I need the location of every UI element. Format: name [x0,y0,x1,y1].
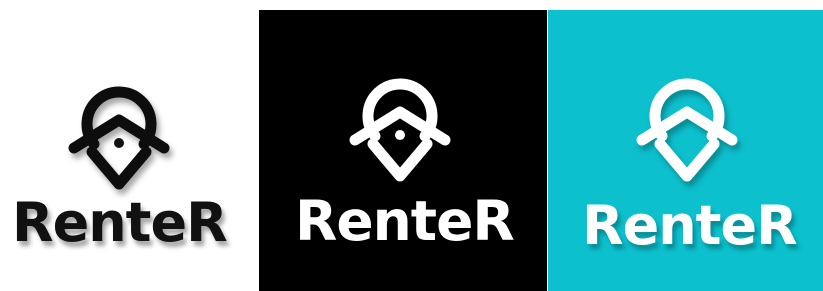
brand-wordmark: RenteR [295,189,515,253]
location-pin-house-icon [635,72,739,184]
location-pin-house-icon [348,72,452,184]
pin-dot [682,130,692,140]
brand-wordmark: RenteR [582,194,798,257]
location-pin-house-icon [67,80,171,192]
pin-dot [114,138,124,148]
logo-panel-white: RenteR [0,0,258,291]
pin-dot [395,130,405,140]
logo-mark-svg [68,86,170,190]
logo-panel-black: RenteR [259,10,547,291]
logo-mark-svg [349,78,451,182]
brand-wordmark: RenteR [12,191,228,254]
logo-panel-teal: RenteR [548,10,823,291]
logo-mark-svg [636,78,738,182]
